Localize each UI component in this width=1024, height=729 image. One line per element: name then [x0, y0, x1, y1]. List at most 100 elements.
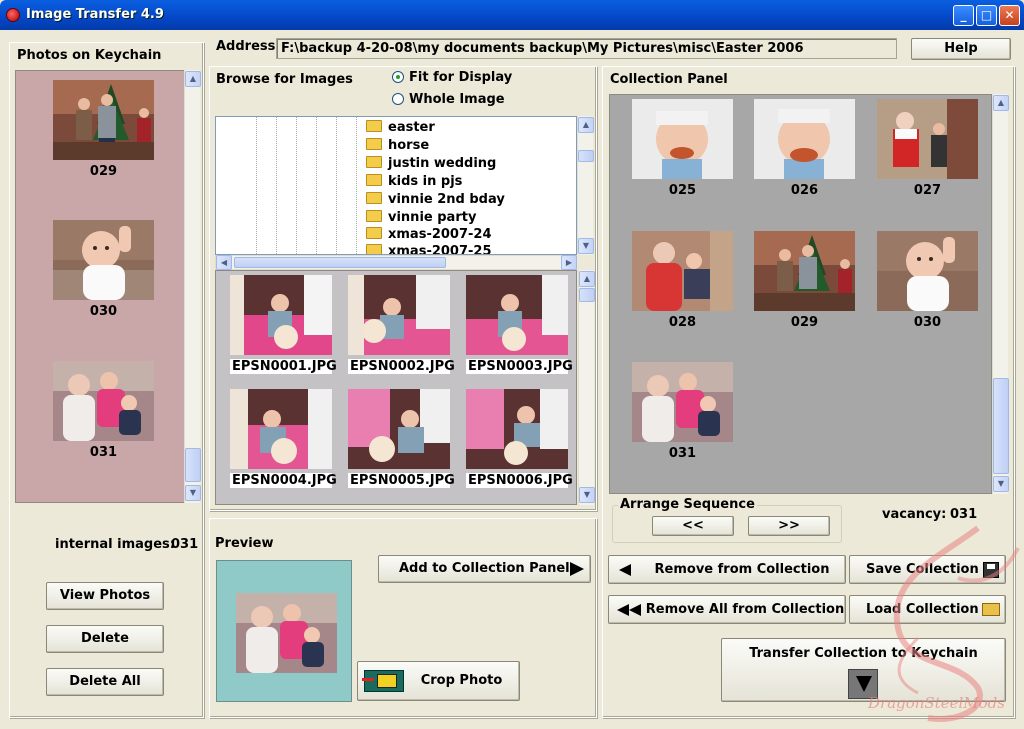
scroll-thumb[interactable] [185, 448, 201, 482]
view-photos-button[interactable]: View Photos [46, 582, 164, 610]
collection-label: 025 [668, 183, 697, 198]
folder-tree[interactable]: easter horse justin wedding kids in pjs … [215, 116, 577, 255]
folder-icon [366, 227, 382, 239]
address-field[interactable]: F:\backup 4-20-08\my documents backup\My… [276, 38, 897, 59]
collection-photo-025[interactable] [632, 99, 733, 179]
add-to-collection-button[interactable]: Add to Collection Panel [378, 555, 591, 583]
scroll-left-icon[interactable]: ◀ [216, 255, 232, 270]
collection-photo-027[interactable] [877, 99, 978, 179]
remove-from-collection-button[interactable]: Remove from Collection [608, 555, 846, 584]
delete-all-button[interactable]: Delete All [46, 668, 164, 696]
arrange-sequence-label: Arrange Sequence [618, 497, 757, 512]
whole-image-radio[interactable] [392, 93, 404, 105]
move-right-button[interactable]: >> [748, 516, 830, 536]
file-name: EPSN0003.JPG [466, 359, 573, 374]
double-arrow-left-icon [617, 604, 629, 616]
image-thumbnail[interactable] [348, 389, 450, 469]
file-name: EPSN0005.JPG [348, 473, 455, 488]
folder-item[interactable]: xmas-2007-25 [366, 244, 492, 254]
crop-photo-button[interactable]: Crop Photo [357, 661, 520, 701]
fit-display-label[interactable]: Fit for Display [409, 70, 512, 85]
file-name: EPSN0001.JPG [230, 359, 337, 374]
keychain-label-030: 030 [89, 304, 118, 319]
keychain-scrollbar[interactable]: ▲ ▼ [184, 70, 201, 503]
scroll-down-icon[interactable]: ▼ [579, 487, 595, 503]
file-name: EPSN0006.JPG [466, 473, 573, 488]
scroll-down-icon[interactable]: ▼ [578, 238, 594, 254]
collection-scrollbar[interactable]: ▲ ▼ [992, 94, 1009, 494]
image-grid-scrollbar[interactable]: ▲ ▼ [578, 270, 595, 505]
keychain-label-031: 031 [89, 445, 118, 460]
minimize-button[interactable]: _ [953, 5, 974, 26]
help-button[interactable]: Help [911, 38, 1011, 60]
save-icon [983, 562, 999, 578]
scroll-up-icon[interactable]: ▲ [579, 271, 595, 287]
folder-item[interactable]: vinnie 2nd bday [366, 192, 505, 207]
scroll-thumb[interactable] [234, 257, 446, 268]
folder-item[interactable]: easter [366, 120, 435, 135]
collection-photo-029[interactable] [754, 231, 855, 311]
scroll-down-icon[interactable]: ▼ [993, 476, 1009, 492]
scroll-right-icon[interactable]: ▶ [561, 255, 577, 270]
folder-item[interactable]: xmas-2007-24 [366, 227, 492, 242]
file-name: EPSN0004.JPG [230, 473, 337, 488]
keychain-photo-031[interactable] [53, 361, 154, 441]
whole-image-label[interactable]: Whole Image [409, 92, 505, 107]
image-grid[interactable]: EPSN0001.JPG EPSN0002.JPG EPSN0003.JPG E… [215, 270, 577, 505]
folder-item[interactable]: horse [366, 138, 429, 153]
keychain-list[interactable]: 029 030 031 [15, 70, 199, 503]
scroll-up-icon[interactable]: ▲ [993, 95, 1009, 111]
vacancy-value: 031 [950, 507, 978, 522]
folder-tree-hscrollbar[interactable]: ◀ ▶ [215, 255, 577, 270]
arrow-left-icon [619, 564, 631, 576]
scroll-up-icon[interactable]: ▲ [578, 117, 594, 133]
collection-label: 028 [668, 315, 697, 330]
folder-icon [366, 156, 382, 168]
image-thumbnail[interactable] [230, 389, 332, 469]
move-left-button[interactable]: << [652, 516, 734, 536]
crop-icon [362, 670, 404, 692]
collection-photo-031[interactable] [632, 362, 733, 442]
scroll-thumb[interactable] [579, 288, 595, 302]
collection-photo-026[interactable] [754, 99, 855, 179]
open-folder-icon [982, 603, 1000, 616]
folder-item[interactable]: vinnie party [366, 210, 476, 225]
delete-button[interactable]: Delete [46, 625, 164, 653]
vacancy-label: vacancy: [882, 507, 947, 522]
collection-label: 027 [913, 183, 942, 198]
keychain-title: Photos on Keychain [17, 48, 162, 63]
app-icon [6, 8, 20, 22]
folder-item[interactable]: kids in pjs [366, 174, 462, 189]
image-thumbnail[interactable] [466, 389, 568, 469]
internal-images-label: internal images: [55, 537, 175, 552]
image-thumbnail[interactable] [348, 275, 450, 355]
collection-photo-030[interactable] [877, 231, 978, 311]
scroll-thumb[interactable] [993, 378, 1009, 474]
save-collection-button[interactable]: Save Collection [849, 555, 1006, 584]
folder-item[interactable]: justin wedding [366, 156, 496, 171]
title-bar[interactable]: Image Transfer 4.9 _ □ ✕ [0, 0, 1024, 30]
address-label: Address [216, 39, 276, 54]
remove-all-label: Remove All from Collection [645, 602, 845, 617]
image-thumbnail[interactable] [230, 275, 332, 355]
keychain-photo-029[interactable] [53, 80, 154, 160]
scroll-down-icon[interactable]: ▼ [185, 485, 201, 501]
watermark-text: DragonSteelMods [868, 694, 1005, 712]
keychain-label-029: 029 [89, 164, 118, 179]
folder-icon [366, 192, 382, 204]
collection-grid[interactable]: 025 026 027 028 029 030 031 [609, 94, 992, 494]
remove-all-button[interactable]: Remove All from Collection [608, 595, 846, 624]
fit-display-radio[interactable] [392, 71, 404, 83]
browse-title: Browse for Images [216, 72, 353, 87]
preview-area [216, 560, 352, 702]
scroll-up-icon[interactable]: ▲ [185, 71, 201, 87]
load-collection-button[interactable]: Load Collection [849, 595, 1006, 624]
transfer-collection-button[interactable]: Transfer Collection to Keychain [721, 638, 1006, 702]
maximize-button[interactable]: □ [976, 5, 997, 26]
image-thumbnail[interactable] [466, 275, 568, 355]
keychain-photo-030[interactable] [53, 220, 154, 300]
scroll-thumb[interactable] [578, 150, 594, 162]
folder-tree-scrollbar[interactable]: ▲ ▼ [577, 116, 594, 255]
collection-photo-028[interactable] [632, 231, 733, 311]
close-button[interactable]: ✕ [999, 5, 1020, 26]
